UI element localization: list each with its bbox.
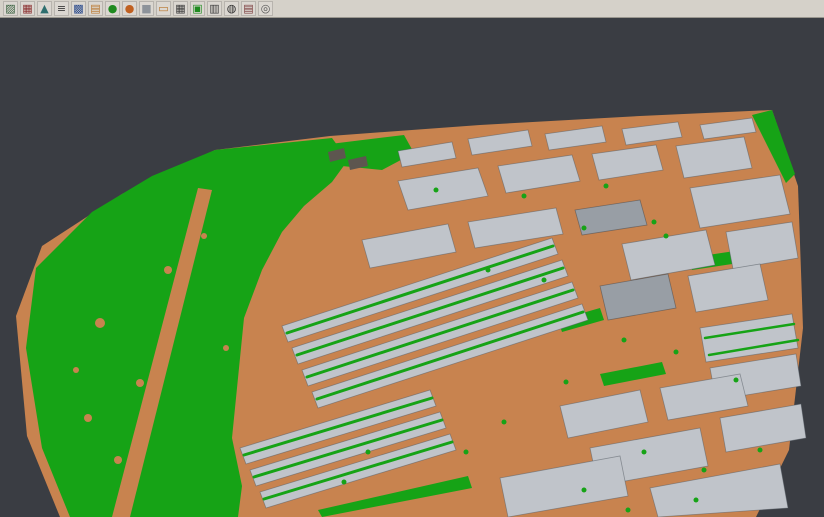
classify-run-icon[interactable]: ▣ [190,1,205,16]
toolbar: ▨ ▦ ▲ ≡ ▩ ▤ ● ● ■ ▭ ▦ ▣ ▥ ◍ ▤ ◎ [0,0,824,18]
grid-icon[interactable]: ▦ [173,1,188,16]
point-cloud-scene[interactable] [0,18,824,517]
snapshot-icon[interactable]: ▤ [241,1,256,16]
vegetation-class-icon[interactable]: ● [105,1,120,16]
open-project-icon[interactable]: ▨ [3,1,18,16]
building-class-icon[interactable]: ■ [139,1,154,16]
globe-icon[interactable]: ◍ [224,1,239,16]
settings-icon[interactable]: ◎ [258,1,273,16]
mountain-view-icon[interactable]: ▲ [37,1,52,16]
viewport-3d[interactable] [0,18,824,517]
point-cloud-icon[interactable]: ▩ [71,1,86,16]
texture-icon[interactable]: ▤ [88,1,103,16]
save-scene-icon[interactable]: ▦ [20,1,35,16]
layers-icon[interactable]: ≡ [54,1,69,16]
stats-icon[interactable]: ▥ [207,1,222,16]
selection-icon[interactable]: ▭ [156,1,171,16]
ground-class-icon[interactable]: ● [122,1,137,16]
